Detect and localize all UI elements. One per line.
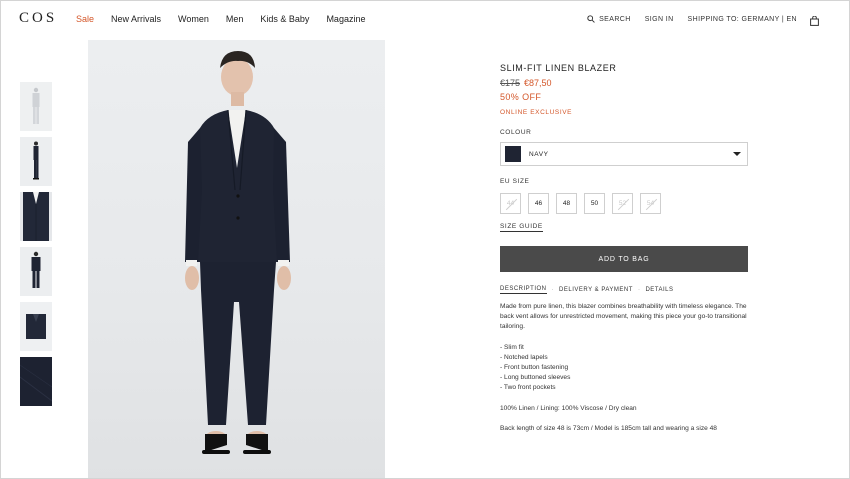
feature-item: - Front button fastening (500, 364, 569, 372)
fit-note: Back length of size 48 is 73cm / Model i… (500, 424, 717, 432)
thumbnail-jacket-detail[interactable] (20, 192, 52, 241)
feature-item: - Long buttoned sleeves (500, 374, 571, 382)
colour-swatch (505, 146, 521, 162)
tab-delivery-payment[interactable]: DELIVERY & PAYMENT (559, 287, 633, 293)
main-nav: Sale New Arrivals Women Men Kids & Baby … (76, 14, 382, 24)
thumbnail-front-view[interactable] (20, 82, 52, 131)
discount-badge: 50% OFF (500, 92, 542, 102)
colour-select[interactable]: NAVY (500, 142, 748, 166)
thumbnail-fabric-detail[interactable] (20, 357, 52, 406)
add-to-bag-button[interactable]: ADD TO BAG (500, 246, 748, 272)
sale-price: €87,50 (524, 78, 552, 88)
tab-details[interactable]: DETAILS (645, 287, 673, 293)
nav-kids-baby[interactable]: Kids & Baby (260, 14, 309, 24)
colour-label: COLOUR (500, 129, 532, 136)
model-figure (185, 51, 291, 454)
feature-item: - Slim fit (500, 343, 524, 351)
thumbnail-folded-jacket[interactable] (20, 302, 52, 351)
size-option-44[interactable]: 44 (500, 193, 521, 214)
size-option-50[interactable]: 50 (584, 193, 605, 214)
size-label: EU SIZE (500, 178, 530, 185)
search-icon (587, 15, 595, 23)
thumbnail-side-view[interactable] (20, 137, 52, 186)
info-tabs: DESCRIPTION · DELIVERY & PAYMENT · DETAI… (500, 286, 748, 294)
size-option-46[interactable]: 46 (528, 193, 549, 214)
size-option-48[interactable]: 48 (556, 193, 577, 214)
page: COS Sale New Arrivals Women Men Kids & B… (0, 0, 850, 479)
feature-item: - Notched lapels (500, 353, 548, 361)
product-title: SLIM-FIT LINEN BLAZER (500, 63, 617, 73)
product-info: SLIM-FIT LINEN BLAZER €175 €87,50 50% OFF… (500, 63, 748, 444)
size-option-52[interactable]: 52 (612, 193, 633, 214)
online-exclusive-label: ONLINE EXCLUSIVE (500, 109, 573, 116)
logo[interactable]: COS (19, 10, 57, 27)
thumbnail-gallery (20, 82, 52, 412)
nav-magazine[interactable]: Magazine (326, 14, 365, 24)
shipping-selector[interactable]: SHIPPING TO: GERMANY | EN (688, 16, 797, 23)
search-label: SEARCH (599, 15, 631, 23)
utility-nav: SEARCH SIGN IN SHIPPING TO: GERMANY | EN (573, 15, 797, 23)
size-options: 44 46 48 50 52 54 (500, 193, 748, 214)
colour-value: NAVY (529, 150, 549, 158)
size-guide-link[interactable]: SIZE GUIDE (500, 223, 543, 232)
description-text: Made from pure linen, this blazer combin… (500, 303, 747, 331)
tab-description[interactable]: DESCRIPTION (500, 286, 547, 294)
nav-sale[interactable]: Sale (76, 14, 94, 24)
sign-in-link[interactable]: SIGN IN (645, 16, 674, 23)
bag-button[interactable] (810, 13, 819, 31)
bag-icon (810, 15, 819, 26)
chevron-down-icon (733, 152, 741, 156)
tab-separator: · (637, 287, 641, 293)
nav-women[interactable]: Women (178, 14, 209, 24)
original-price: €175 (500, 78, 521, 88)
price-block: €175 €87,50 (500, 78, 748, 88)
tab-separator: · (551, 287, 555, 293)
thumbnail-back-view[interactable] (20, 247, 52, 296)
product-main-image[interactable] (88, 40, 385, 478)
search-link[interactable]: SEARCH (587, 15, 631, 23)
size-option-54[interactable]: 54 (640, 193, 661, 214)
composition-text: 100% Linen / Lining: 100% Viscose / Dry … (500, 404, 637, 412)
description-body: Made from pure linen, this blazer combin… (500, 302, 748, 434)
nav-new-arrivals[interactable]: New Arrivals (111, 14, 161, 24)
nav-men[interactable]: Men (226, 14, 244, 24)
feature-item: - Two front pockets (500, 384, 556, 392)
site-header: COS Sale New Arrivals Women Men Kids & B… (1, 1, 849, 39)
feature-list: - Slim fit - Notched lapels - Front butt… (500, 343, 748, 394)
